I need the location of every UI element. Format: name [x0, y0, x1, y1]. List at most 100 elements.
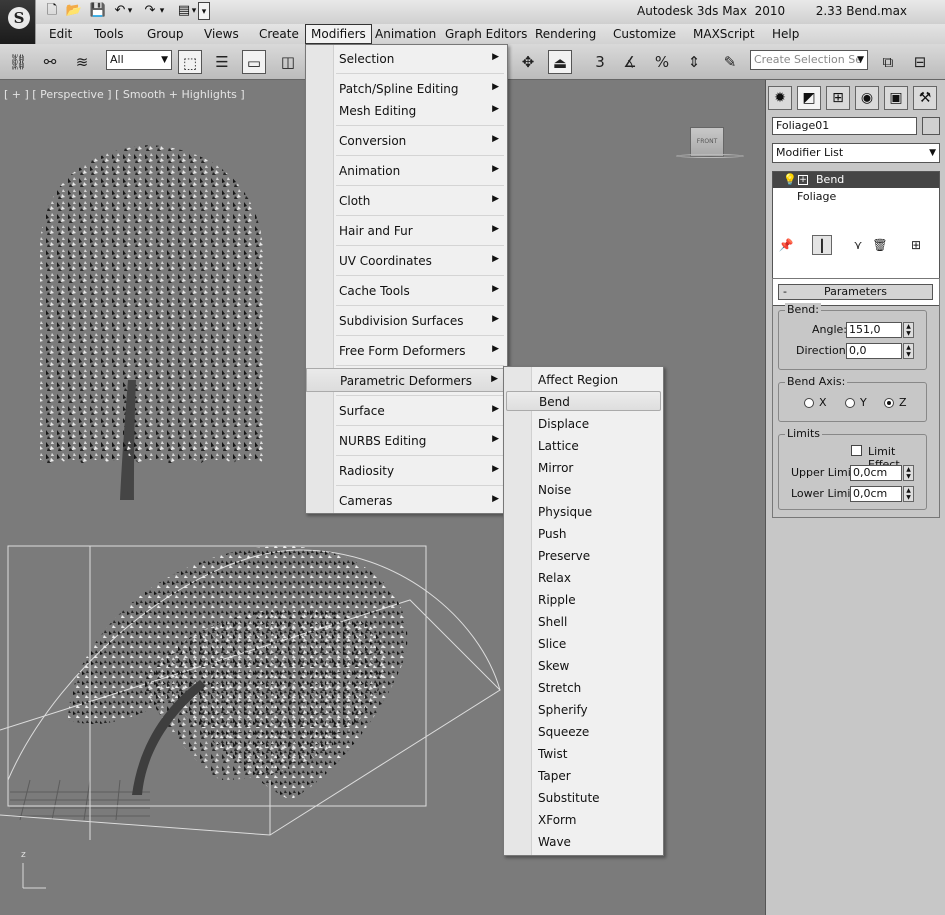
- menu-item-mesh-editing[interactable]: Mesh Editing ▶: [306, 99, 507, 123]
- submenu-item-taper[interactable]: Taper: [506, 766, 661, 786]
- submenu-item-wave[interactable]: Wave: [506, 832, 661, 852]
- axis-y-radio[interactable]: [845, 398, 855, 408]
- submenu-item-slice[interactable]: Slice: [506, 634, 661, 654]
- submenu-item-skew[interactable]: Skew: [506, 656, 661, 676]
- display-tab-icon[interactable]: ▣: [884, 86, 908, 110]
- submenu-item-relax[interactable]: Relax: [506, 568, 661, 588]
- menu-item-hair-and-fur[interactable]: Hair and Fur ▶: [306, 219, 507, 243]
- align-icon[interactable]: ⊟: [908, 50, 932, 74]
- submenu-item-noise[interactable]: Noise: [506, 480, 661, 500]
- snaps-toggle-icon[interactable]: 3: [588, 50, 612, 74]
- angle-field[interactable]: 151,0: [846, 322, 902, 338]
- remove-modifier-icon[interactable]: 🗑: [870, 235, 890, 255]
- menu-item-free-form-deformers[interactable]: Free Form Deformers ▶: [306, 339, 507, 363]
- menu-rendering[interactable]: Rendering: [530, 24, 601, 44]
- submenu-item-spherify[interactable]: Spherify: [506, 700, 661, 720]
- save-icon[interactable]: 💾: [88, 2, 108, 20]
- menu-item-subdivision-surfaces[interactable]: Subdivision Surfaces ▶: [306, 309, 507, 333]
- lower-limit-spinner[interactable]: ▲ ▼: [903, 486, 914, 502]
- menu-item-uv-coordinates[interactable]: UV Coordinates ▶: [306, 249, 507, 273]
- menu-item-radiosity[interactable]: Radiosity ▶: [306, 459, 507, 483]
- parameters-rollout-header[interactable]: - Parameters: [778, 284, 933, 300]
- hierarchy-tab-icon[interactable]: ⊞: [826, 86, 850, 110]
- menu-item-surface[interactable]: Surface ▶: [306, 399, 507, 423]
- bent-willow-tree[interactable]: [68, 546, 408, 800]
- menu-views[interactable]: Views: [199, 24, 244, 44]
- menu-item-parametric-deformers[interactable]: Parametric Deformers ▶: [306, 368, 507, 392]
- select-and-move-icon[interactable]: ✥: [516, 50, 540, 74]
- submenu-item-affect-region[interactable]: Affect Region: [506, 370, 661, 390]
- menu-graph-editors[interactable]: Graph Editors: [440, 24, 532, 44]
- menu-help[interactable]: Help: [767, 24, 804, 44]
- menu-item-patch-spline-editing[interactable]: Patch/Spline Editing ▶: [306, 77, 507, 101]
- rectangular-selection-icon[interactable]: ▭: [242, 50, 266, 74]
- submenu-item-preserve[interactable]: Preserve: [506, 546, 661, 566]
- menu-item-nurbs-editing[interactable]: NURBS Editing ▶: [306, 429, 507, 453]
- menu-modifiers[interactable]: Modifiers: [305, 24, 372, 44]
- submenu-item-twist[interactable]: Twist: [506, 744, 661, 764]
- new-icon[interactable]: 🗋: [42, 2, 62, 20]
- percent-snap-icon[interactable]: %: [650, 50, 674, 74]
- angle-snap-icon[interactable]: ∡: [618, 50, 642, 74]
- customize-dropdown-icon[interactable]: ▾: [198, 2, 210, 20]
- menu-create[interactable]: Create: [254, 24, 304, 44]
- menu-item-animation[interactable]: Animation ▶: [306, 159, 507, 183]
- menu-item-cache-tools[interactable]: Cache Tools ▶: [306, 279, 507, 303]
- motion-tab-icon[interactable]: ◉: [855, 86, 879, 110]
- submenu-item-displace[interactable]: Displace: [506, 414, 661, 434]
- submenu-item-push[interactable]: Push: [506, 524, 661, 544]
- menu-maxscript[interactable]: MAXScript: [688, 24, 760, 44]
- application-button[interactable]: S: [0, 0, 36, 44]
- submenu-item-mirror[interactable]: Mirror: [506, 458, 661, 478]
- submenu-item-substitute[interactable]: Substitute: [506, 788, 661, 808]
- window-crossing-icon[interactable]: ◫: [276, 50, 300, 74]
- menu-customize[interactable]: Customize: [608, 24, 681, 44]
- menu-animation[interactable]: Animation: [370, 24, 441, 44]
- willow-tree-top[interactable]: [40, 145, 266, 500]
- angle-spinner[interactable]: ▲ ▼: [903, 322, 914, 338]
- menu-group[interactable]: Group: [142, 24, 189, 44]
- menu-item-conversion[interactable]: Conversion ▶: [306, 129, 507, 153]
- selection-filter-dropdown[interactable]: All ▼: [106, 50, 172, 70]
- direction-spinner[interactable]: ▲ ▼: [903, 343, 914, 359]
- axis-x-radio[interactable]: [804, 398, 814, 408]
- show-end-result-icon[interactable]: ┃: [812, 235, 832, 255]
- object-color-swatch[interactable]: [922, 117, 940, 135]
- upper-limit-spinner[interactable]: ▲ ▼: [903, 465, 914, 481]
- named-selection-set-input[interactable]: Create Selection Se ▼: [750, 50, 868, 70]
- lower-limit-field[interactable]: 0,0cm: [850, 486, 902, 502]
- menu-edit[interactable]: Edit: [44, 24, 77, 44]
- create-tab-icon[interactable]: ✹: [768, 86, 792, 110]
- axis-z-radio[interactable]: [884, 398, 894, 408]
- redo-dropdown-icon[interactable]: ▾: [156, 2, 168, 20]
- submenu-item-xform[interactable]: XForm: [506, 810, 661, 830]
- menu-item-selection[interactable]: Selection ▶: [306, 47, 507, 71]
- submenu-item-stretch[interactable]: Stretch: [506, 678, 661, 698]
- bind-space-warp-icon[interactable]: ≋: [70, 50, 94, 74]
- menu-tools[interactable]: Tools: [89, 24, 129, 44]
- open-icon[interactable]: 📂: [64, 2, 84, 20]
- object-name-field[interactable]: Foliage01: [772, 117, 917, 135]
- unlink-icon[interactable]: ⚯: [38, 50, 62, 74]
- menu-item-cloth[interactable]: Cloth ▶: [306, 189, 507, 213]
- submenu-item-bend[interactable]: Bend: [506, 391, 661, 411]
- lightbulb-icon[interactable]: 💡: [783, 172, 797, 188]
- submenu-item-lattice[interactable]: Lattice: [506, 436, 661, 456]
- submenu-item-shell[interactable]: Shell: [506, 612, 661, 632]
- stack-item-bend[interactable]: 💡 + Bend: [773, 172, 939, 188]
- pin-stack-icon[interactable]: 📌: [776, 235, 796, 255]
- select-by-name-icon[interactable]: ☰: [210, 50, 234, 74]
- menu-item-cameras[interactable]: Cameras ▶: [306, 489, 507, 513]
- submenu-item-physique[interactable]: Physique: [506, 502, 661, 522]
- submenu-item-squeeze[interactable]: Squeeze: [506, 722, 661, 742]
- spinner-snap-icon[interactable]: ⇕: [682, 50, 706, 74]
- select-object-icon[interactable]: ⬚: [178, 50, 202, 74]
- make-unique-icon[interactable]: ⋎: [848, 235, 868, 255]
- submenu-item-ripple[interactable]: Ripple: [506, 590, 661, 610]
- expand-plus-icon[interactable]: +: [798, 175, 808, 185]
- utilities-tab-icon[interactable]: ⚒: [913, 86, 937, 110]
- upper-limit-field[interactable]: 0,0cm: [850, 465, 902, 481]
- stack-item-foliage[interactable]: Foliage: [797, 189, 836, 205]
- modifier-list-dropdown[interactable]: Modifier List ▼: [772, 143, 940, 163]
- direction-field[interactable]: 0,0: [846, 343, 902, 359]
